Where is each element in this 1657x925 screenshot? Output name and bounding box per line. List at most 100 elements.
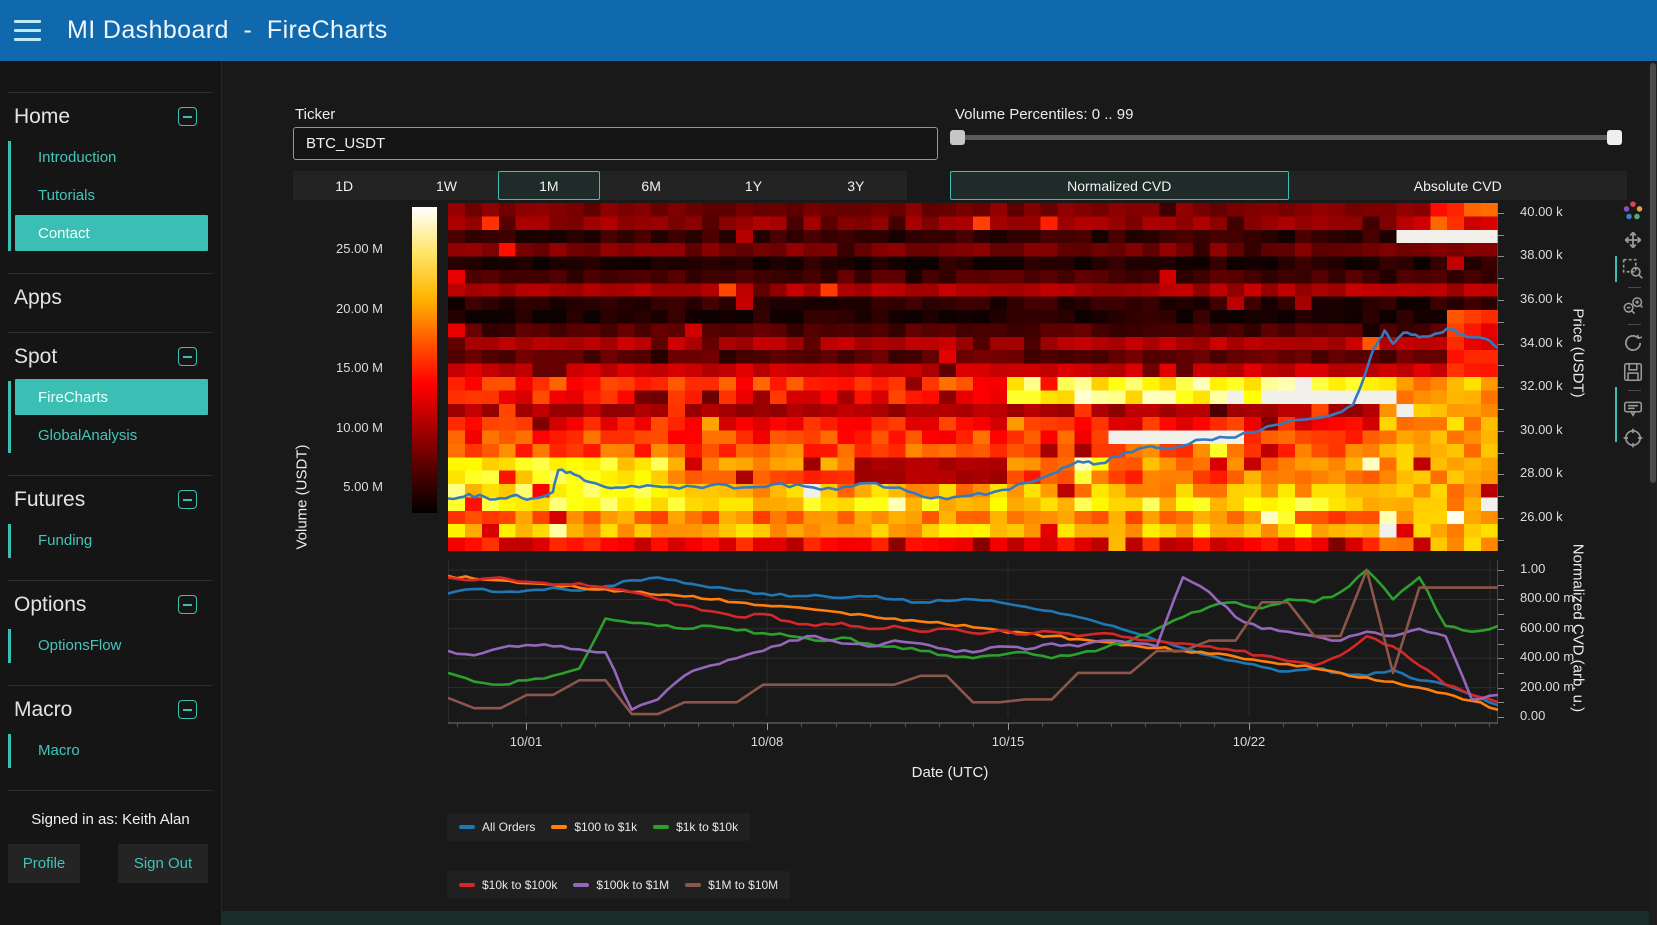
axis-minor-tick [1386,723,1387,727]
profile-button[interactable]: Profile [8,844,80,883]
legend-item-all-orders[interactable]: All Orders [459,820,535,834]
price-tick-label: 36.00 k [1520,291,1563,306]
sidebar-item-macro[interactable]: Macro [8,732,221,768]
app-header: MI Dashboard - FireCharts [0,0,1657,61]
cvd-button-group: Normalized CVD Absolute CVD [950,171,1627,200]
section-heading-home: Home [14,105,70,129]
collapse-icon[interactable] [178,595,197,614]
sidebar-item-introduction[interactable]: Introduction [8,139,221,175]
sidebar-item-label: Introduction [38,149,116,166]
volume-colorbar [412,207,437,513]
axis-tick [1498,658,1504,659]
volume-tick-label: 10.00 M [303,420,383,435]
crosshair-icon[interactable] [1622,427,1644,449]
price-tick-label: 38.00 k [1520,247,1563,262]
legend-swatch [653,825,669,829]
scrollbar-thumb[interactable] [1650,63,1656,483]
collapse-icon[interactable] [178,107,197,126]
axis-minor-tick [1489,723,1490,727]
slider-handle-min[interactable] [950,130,965,145]
price-tick-label: 26.00 k [1520,509,1563,524]
modebar-separator [1628,390,1641,391]
autoscale-icon[interactable] [1622,332,1644,354]
section-rail [8,381,11,453]
price-tick-label: 30.00 k [1520,422,1563,437]
plotly-logo-icon[interactable] [1622,200,1644,222]
range-button-6m[interactable]: 6M [600,171,702,200]
legend-item-10k-100k[interactable]: $10k to $100k [459,878,557,892]
axis-tick [1498,702,1504,703]
axis-tick [1008,723,1009,730]
sidebar-item-contact[interactable]: Contact [15,215,208,251]
axis-tick [1498,599,1504,600]
sidebar-item-optionsflow[interactable]: OptionsFlow [8,627,221,663]
absolute-cvd-button[interactable]: Absolute CVD [1289,171,1628,200]
page-scrollbar [1649,61,1657,925]
sidebar-item-firecharts[interactable]: FireCharts [15,379,208,415]
box-zoom-icon[interactable] [1622,258,1644,280]
axis-tick [1498,717,1504,718]
collapse-icon[interactable] [178,347,197,366]
axis-minor-tick [1283,723,1284,727]
ticker-label: Ticker [295,106,335,123]
axis-minor-tick [870,723,871,727]
sidebar-item-label: Contact [38,225,90,242]
date-axis-ticks: 10/0110/0810/1510/22 [448,723,1498,763]
range-button-1m[interactable]: 1M [498,171,600,200]
ticker-input[interactable] [293,127,938,160]
pan-icon[interactable] [1622,229,1644,251]
range-button-1y[interactable]: 1Y [702,171,804,200]
axis-minor-tick [492,723,493,727]
volume-heatmap-chart[interactable] [448,203,1498,551]
normalized-cvd-button[interactable]: Normalized CVD [950,171,1289,200]
cvd-series-1 [448,576,1498,710]
range-button-3y[interactable]: 3Y [805,171,907,200]
price-tick-label: 40.00 k [1520,204,1563,219]
collapse-icon[interactable] [178,700,197,719]
collapse-icon[interactable] [178,490,197,509]
legend-item-1m-10m[interactable]: $1M to $10M [685,878,778,892]
legend-row-2: $10k to $100k $100k to $1M $1M to $10M [447,871,790,899]
axis-tick [1498,496,1504,497]
legend-label: $100 to $1k [574,820,637,834]
axis-tick [1498,585,1504,586]
axis-tick [1498,344,1504,345]
axis-tick [1498,256,1504,257]
axis-minor-tick [629,723,630,727]
cvd-line-chart[interactable] [448,560,1498,732]
sidebar-item-globalanalysis[interactable]: GlobalAnalysis [8,417,221,453]
sign-out-button[interactable]: Sign Out [118,844,208,883]
sidebar-item-funding[interactable]: Funding [8,522,221,558]
axis-tick [1498,540,1504,541]
legend-swatch [551,825,567,829]
range-button-1d[interactable]: 1D [293,171,395,200]
section-heading-options: Options [14,593,86,617]
axis-minor-tick [973,723,974,727]
axis-minor-tick [698,723,699,727]
axis-tick [1498,322,1504,323]
axis-minor-tick [1317,723,1318,727]
legend-item-1k-10k[interactable]: $1k to $10k [653,820,738,834]
price-tick-label: 28.00 k [1520,465,1563,480]
axis-tick [1498,688,1504,689]
slider-track[interactable] [952,135,1620,140]
legend-item-100k-1m[interactable]: $100k to $1M [573,878,669,892]
cvd-axis-ticks: 1.00800.00 m600.00 m400.00 m200.00 m0.00 [1498,560,1593,730]
legend-item-100-1k[interactable]: $100 to $1k [551,820,637,834]
range-button-1w[interactable]: 1W [395,171,497,200]
active-tool-indicator [1615,387,1617,442]
date-tick-label: 10/22 [1219,734,1279,749]
price-axis-ticks: 40.00 k38.00 k36.00 k34.00 k32.00 k30.00… [1498,203,1593,563]
sidebar-item-tutorials[interactable]: Tutorials [8,177,221,213]
legend-label: $1M to $10M [708,878,778,892]
cvd-tick-label: 200.00 m [1520,679,1574,694]
menu-icon[interactable] [14,20,41,41]
chart-modebar [1622,200,1646,456]
sidebar: Home Introduction Tutorials Contact Apps… [0,61,222,925]
zoom-in-out-icons[interactable] [1622,295,1644,317]
tooltip-icon[interactable] [1622,398,1644,420]
slider-handle-max[interactable] [1607,130,1622,145]
axis-tick [1498,387,1504,388]
save-icon[interactable] [1622,361,1644,383]
legend-label: $1k to $10k [676,820,738,834]
